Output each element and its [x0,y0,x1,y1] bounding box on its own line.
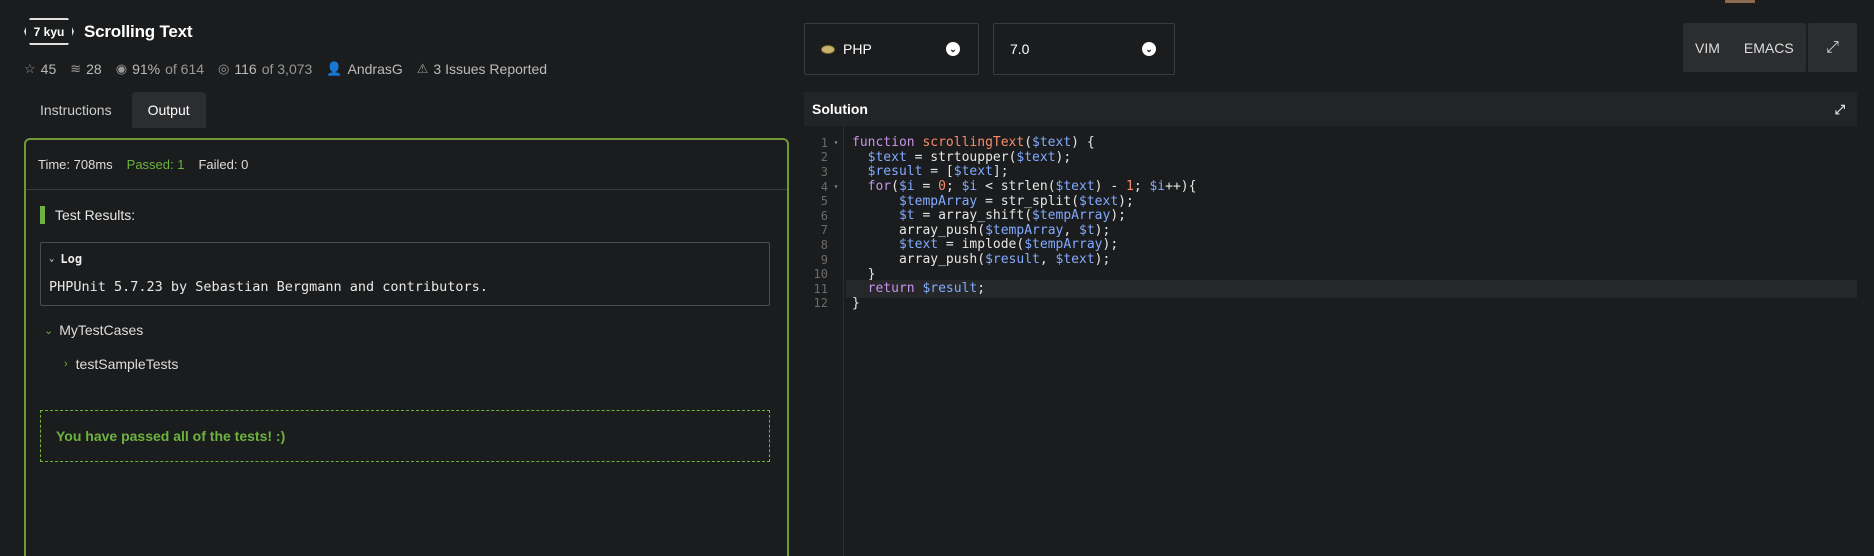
collections-stat[interactable]: ≋ 28 [70,61,101,77]
tab-instructions[interactable]: Instructions [24,92,128,128]
tab-output[interactable]: Output [131,92,206,128]
status-bar [40,206,45,224]
author-stat[interactable]: 👤 AndrasG [326,61,402,77]
output-panel: Time: 708ms Passed: 1 Failed: 0 Test Res… [24,138,789,556]
chevron-down-icon: ⌄ [946,42,960,56]
chevron-down-icon: ⌄ [1142,42,1156,56]
code-line[interactable]: 12} [804,295,1857,313]
fold-toggle-icon[interactable]: ▾ [830,138,842,147]
passed-count: Passed: 1 [126,157,185,172]
chevron-right-icon: › [64,358,68,370]
language-select[interactable]: PHP ⌄ [804,23,979,75]
code-text: } [852,295,860,311]
kata-stats: ☆ 45 ≋ 28 ◉ 91% of 614 ◎ 116 of 3,073 👤 … [24,61,547,77]
completed-stat: ◎ 116 of 3,073 [218,61,313,77]
kata-title[interactable]: Scrolling Text [84,22,193,42]
user-icon: 👤 [326,61,343,76]
test-case[interactable]: › testSampleTests [64,356,178,372]
vim-mode-button[interactable]: VIM [1683,23,1732,72]
solution-header: Solution ⤢ [804,92,1857,126]
kata-header: 7 kyu Scrolling Text [24,18,193,45]
line-number: 12 [813,296,828,311]
php-icon [821,44,835,54]
code-editor[interactable]: 1 ▾ function scrollingText($text) {2 $text… [804,126,1857,556]
output-summary: Time: 708ms Passed: 1 Failed: 0 [26,140,787,190]
avatar[interactable] [1725,0,1755,3]
emacs-mode-button[interactable]: EMACS [1732,23,1806,72]
log-toggle[interactable]: ⌄ Log [49,252,82,266]
test-results-header: Test Results: [40,206,135,224]
layers-icon: ≋ [70,61,82,76]
issues-stat[interactable]: ⚠ 3 Issues Reported [417,61,547,77]
time-label: Time: 708ms [38,157,113,172]
code-line-content: } [846,295,1857,313]
target-icon: ◎ [218,61,230,76]
eye-icon: ◉ [115,61,128,76]
expand-icon[interactable]: ⤢ [1835,102,1845,118]
satisfaction-stat: ◉ 91% of 614 [115,61,205,77]
warning-icon: ⚠ [416,61,429,76]
star-icon: ☆ [24,61,36,76]
chevron-down-icon: ⌄ [44,324,54,337]
rank-badge: 7 kyu [24,18,74,45]
keybinding-modes: VIM EMACS [1683,23,1806,72]
expand-icon: ⤢ [1826,38,1839,56]
chevron-down-icon: ⌄ [49,254,55,264]
fullscreen-button[interactable]: ⤢ [1808,23,1857,72]
fold-toggle-icon[interactable]: ▾ [830,182,842,191]
log-box: ⌄ Log PHPUnit 5.7.23 by Sebastian Bergma… [40,242,770,306]
test-suite[interactable]: ⌄ MyTestCases [44,322,143,338]
failed-count: Failed: 0 [198,157,249,172]
tab-bar: Instructions Output [24,92,206,128]
passed-message: You have passed all of the tests! :) [40,410,770,462]
version-select[interactable]: 7.0 ⌄ [993,23,1175,75]
stars-stat[interactable]: ☆ 45 [24,61,56,77]
log-output: PHPUnit 5.7.23 by Sebastian Bergmann and… [49,279,488,295]
